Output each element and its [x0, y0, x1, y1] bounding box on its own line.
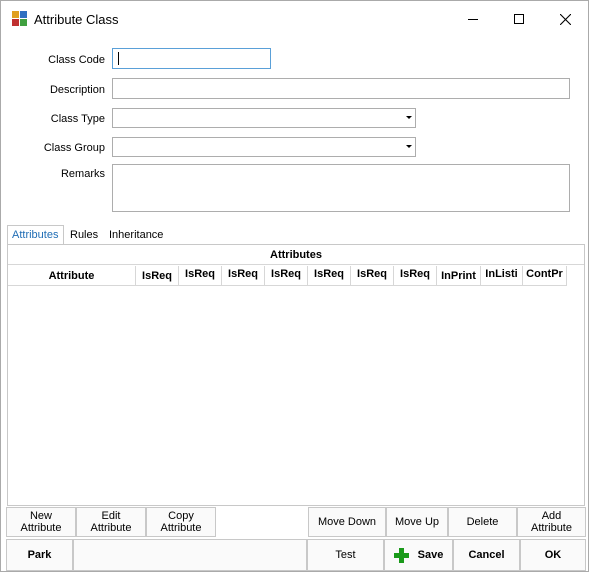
minimize-button[interactable]: [450, 1, 496, 37]
move-up-button[interactable]: Move Up: [386, 507, 448, 537]
column-header-isreq[interactable]: IsReq: [351, 266, 394, 286]
attributes-grid[interactable]: Attributes Attribute IsReq IsReq IsReq I…: [7, 244, 585, 506]
text-caret: [118, 52, 119, 65]
minimize-icon: [468, 18, 478, 20]
description-label: Description: [49, 84, 105, 96]
column-header-inprint[interactable]: InPrint: [437, 266, 481, 286]
move-down-button[interactable]: Move Down: [308, 507, 386, 537]
test-button[interactable]: Test: [307, 539, 384, 571]
column-header-isreq[interactable]: IsReq: [136, 266, 179, 286]
tab-attributes[interactable]: Attributes: [7, 225, 64, 245]
class-type-select[interactable]: [112, 108, 416, 128]
title-bar: Attribute Class: [1, 1, 588, 37]
window-title: Attribute Class: [34, 12, 119, 27]
close-icon: [559, 13, 571, 25]
column-header-contpr[interactable]: ContPr: [523, 266, 567, 286]
class-type-label: Class Type: [50, 113, 105, 125]
chevron-down-icon: [406, 145, 412, 148]
class-group-select[interactable]: [112, 137, 416, 157]
save-button-label: Save: [417, 549, 444, 561]
button-bar-spacer: [73, 539, 307, 571]
remarks-label: Remarks: [60, 168, 105, 180]
ok-button[interactable]: OK: [520, 539, 586, 571]
new-attribute-button[interactable]: New Attribute: [6, 507, 76, 537]
column-header-isreq[interactable]: IsReq: [222, 266, 265, 286]
cancel-button[interactable]: Cancel: [453, 539, 520, 571]
column-header-isreq[interactable]: IsReq: [394, 266, 437, 286]
maximize-button[interactable]: [496, 1, 542, 37]
close-button[interactable]: [542, 1, 588, 37]
add-attribute-button[interactable]: Add Attribute: [517, 507, 586, 537]
chevron-down-icon: [406, 116, 412, 119]
column-header-inlisting[interactable]: InListi: [481, 266, 523, 286]
attribute-class-window: Attribute Class Class Code Description C…: [0, 0, 589, 572]
edit-attribute-button[interactable]: Edit Attribute: [76, 507, 146, 537]
delete-button[interactable]: Delete: [448, 507, 517, 537]
save-button[interactable]: Save: [384, 539, 453, 571]
park-button[interactable]: Park: [6, 539, 73, 571]
app-icon: [12, 11, 28, 27]
remarks-textarea[interactable]: [112, 164, 570, 212]
class-code-label: Class Code: [48, 54, 105, 66]
tab-rules[interactable]: Rules: [66, 226, 104, 245]
class-code-input[interactable]: [112, 48, 271, 69]
column-header-isreq[interactable]: IsReq: [308, 266, 351, 286]
grid-band-header: Attributes: [8, 245, 584, 265]
class-group-label: Class Group: [43, 142, 105, 154]
copy-attribute-button[interactable]: Copy Attribute: [146, 507, 216, 537]
tab-inheritance[interactable]: Inheritance: [105, 226, 175, 245]
column-header-attribute[interactable]: Attribute: [8, 266, 136, 286]
description-input[interactable]: [112, 78, 570, 99]
maximize-icon: [514, 14, 524, 24]
column-header-isreq[interactable]: IsReq: [265, 266, 308, 286]
column-header-isreq[interactable]: IsReq: [179, 266, 222, 286]
plus-icon: [393, 547, 409, 563]
